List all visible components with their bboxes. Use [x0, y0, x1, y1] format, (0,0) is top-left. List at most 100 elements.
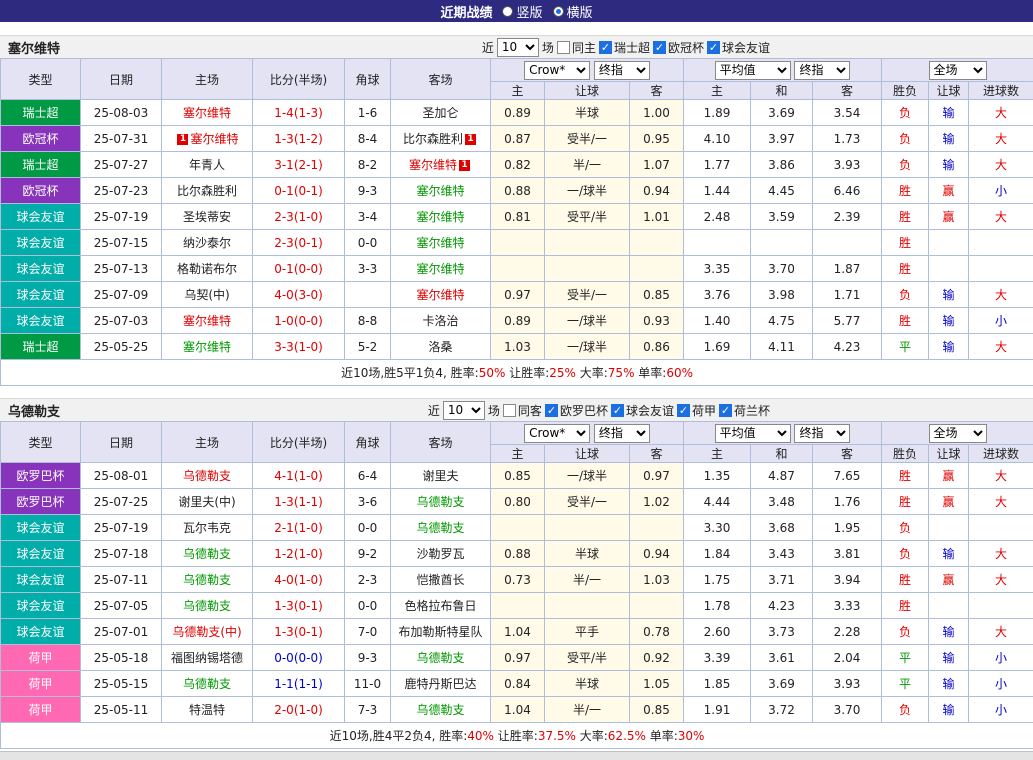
odds-stage-select[interactable]: 终指 [594, 424, 650, 443]
checkbox-checked-icon[interactable] [719, 404, 732, 417]
home-team: 塞尔维特 [162, 308, 253, 334]
odds-away-cell [630, 515, 684, 541]
avg-home-cell: 3.76 [684, 282, 751, 308]
result-wdl-cell: 平 [882, 334, 929, 360]
checkbox-checked-icon[interactable] [707, 41, 720, 54]
match-row: 荷甲25-05-18福图纳锡塔德0-0(0-0)9-3乌德勒支0.97受平/半0… [1, 645, 1033, 671]
match-row: 欧冠杯25-07-23比尔森胜利0-1(0-1)9-3塞尔维特0.88一/球半0… [1, 178, 1033, 204]
vertical-layout-label: 竖版 [516, 2, 542, 21]
score-cell: 1-3(1-1) [253, 489, 345, 515]
score-cell: 1-3(0-1) [253, 593, 345, 619]
avg-away-cell: 1.71 [813, 282, 882, 308]
date-cell: 25-07-01 [81, 619, 162, 645]
result-goals-cell: 大 [969, 334, 1033, 360]
odds-stage-select[interactable]: 终指 [594, 61, 650, 80]
odds-source-select[interactable]: Crow* [524, 61, 590, 80]
result-wdl-cell: 负 [882, 100, 929, 126]
result-handicap-cell: 赢 [929, 567, 969, 593]
league-filter-0[interactable]: 瑞士超 [599, 39, 650, 56]
checkbox-checked-icon[interactable] [653, 41, 666, 54]
corner-cell: 3-6 [345, 489, 391, 515]
subcol-result-handicap: 让球 [929, 445, 969, 463]
away-team: 恺撒酋长 [391, 567, 491, 593]
checkbox-checked-icon[interactable] [599, 41, 612, 54]
fulltime-select[interactable]: 全场 [929, 61, 987, 80]
date-cell: 25-07-19 [81, 204, 162, 230]
checkbox-checked-icon[interactable] [677, 404, 690, 417]
avg-home-cell: 1.89 [684, 100, 751, 126]
league-filter-1[interactable]: 欧冠杯 [653, 39, 704, 56]
same-venue-filter[interactable]: 同主 [557, 39, 596, 56]
date-cell: 25-07-19 [81, 515, 162, 541]
avg-away-cell: 3.93 [813, 671, 882, 697]
league-filter-3[interactable]: 荷兰杯 [719, 402, 770, 419]
checkbox-checked-icon[interactable] [611, 404, 624, 417]
subcol-result-handicap: 让球 [929, 82, 969, 100]
date-cell: 25-05-18 [81, 645, 162, 671]
odds-handicap-cell: 半球 [545, 100, 630, 126]
avg-home-cell: 4.10 [684, 126, 751, 152]
avg-home-cell: 3.35 [684, 256, 751, 282]
home-team: 塞尔维特 [162, 334, 253, 360]
avg-draw-cell: 4.23 [751, 593, 813, 619]
avg-away-cell: 2.04 [813, 645, 882, 671]
result-wdl-cell: 平 [882, 645, 929, 671]
team-section-header-1: 乌德勒支 近 10 场 同客 欧罗巴杯 球会友谊 荷甲 荷 [0, 398, 1033, 421]
odds-handicap-cell: 一/球半 [545, 178, 630, 204]
league-filter-0[interactable]: 欧罗巴杯 [545, 402, 608, 419]
league-filter-2[interactable]: 荷甲 [677, 402, 716, 419]
score-cell: 3-3(1-0) [253, 334, 345, 360]
date-cell: 25-05-11 [81, 697, 162, 723]
away-team: 沙勒罗瓦 [391, 541, 491, 567]
checkbox-checked-icon[interactable] [545, 404, 558, 417]
same-venue-filter[interactable]: 同客 [503, 402, 542, 419]
result-wdl-cell: 负 [882, 282, 929, 308]
odds-home-cell: 0.88 [491, 178, 545, 204]
vertical-layout-radio[interactable]: 竖版 [502, 2, 542, 21]
odds-source-select[interactable]: Crow* [524, 424, 590, 443]
result-goals-cell: 大 [969, 489, 1033, 515]
checkbox-unchecked-icon[interactable] [557, 41, 570, 54]
fulltime-select[interactable]: 全场 [929, 424, 987, 443]
subcol-avg-home: 主 [684, 445, 751, 463]
result-goals-cell: 大 [969, 204, 1033, 230]
match-row: 瑞士超25-07-27年青人3-1(2-1)8-2塞尔维特10.82半/一1.0… [1, 152, 1033, 178]
score-cell: 4-0(1-0) [253, 567, 345, 593]
odds-away-cell [630, 256, 684, 282]
horizontal-layout-radio[interactable]: 横版 [553, 2, 593, 21]
away-team: 塞尔维特 [391, 178, 491, 204]
avg-stage-select[interactable]: 终指 [794, 61, 850, 80]
odds-away-cell: 0.85 [630, 697, 684, 723]
league-filter-label: 球会友谊 [722, 39, 770, 56]
home-team: 特温特 [162, 697, 253, 723]
result-handicap-cell: 赢 [929, 489, 969, 515]
league-filter-2[interactable]: 球会友谊 [707, 39, 770, 56]
recent-count-select[interactable]: 10 [443, 401, 485, 420]
radio-checked-icon[interactable] [553, 6, 564, 17]
col-date: 日期 [81, 422, 162, 463]
radio-unchecked-icon[interactable] [502, 6, 513, 17]
result-wdl-cell: 胜 [882, 593, 929, 619]
recent-results-page: 近期战绩 竖版 横版 塞尔维特 近 10 场 同主 瑞士超 [0, 0, 1033, 760]
team-section-header-0: 塞尔维特 近 10 场 同主 瑞士超 欧冠杯 球会友谊 [0, 35, 1033, 58]
avg-source-select[interactable]: 平均值 [715, 424, 791, 443]
avg-home-cell: 2.60 [684, 619, 751, 645]
recent-count-select[interactable]: 10 [497, 38, 539, 57]
avg-draw-cell: 3.71 [751, 567, 813, 593]
league-filter-label: 欧罗巴杯 [560, 402, 608, 419]
league-filter-1[interactable]: 球会友谊 [611, 402, 674, 419]
odds-handicap-cell: 半球 [545, 541, 630, 567]
horizontal-scrollbar[interactable] [0, 751, 1033, 760]
avg-draw-cell: 3.68 [751, 515, 813, 541]
date-cell: 25-07-18 [81, 541, 162, 567]
home-team: 乌契(中) [162, 282, 253, 308]
away-team: 谢里夫 [391, 463, 491, 489]
date-cell: 25-07-27 [81, 152, 162, 178]
avg-source-select[interactable]: 平均值 [715, 61, 791, 80]
corner-cell [345, 282, 391, 308]
match-row: 荷甲25-05-11特温特2-0(1-0)7-3乌德勒支1.04半/一0.851… [1, 697, 1033, 723]
checkbox-unchecked-icon[interactable] [503, 404, 516, 417]
avg-stage-select[interactable]: 终指 [794, 424, 850, 443]
score-cell: 0-1(0-0) [253, 256, 345, 282]
avg-away-cell: 3.93 [813, 152, 882, 178]
